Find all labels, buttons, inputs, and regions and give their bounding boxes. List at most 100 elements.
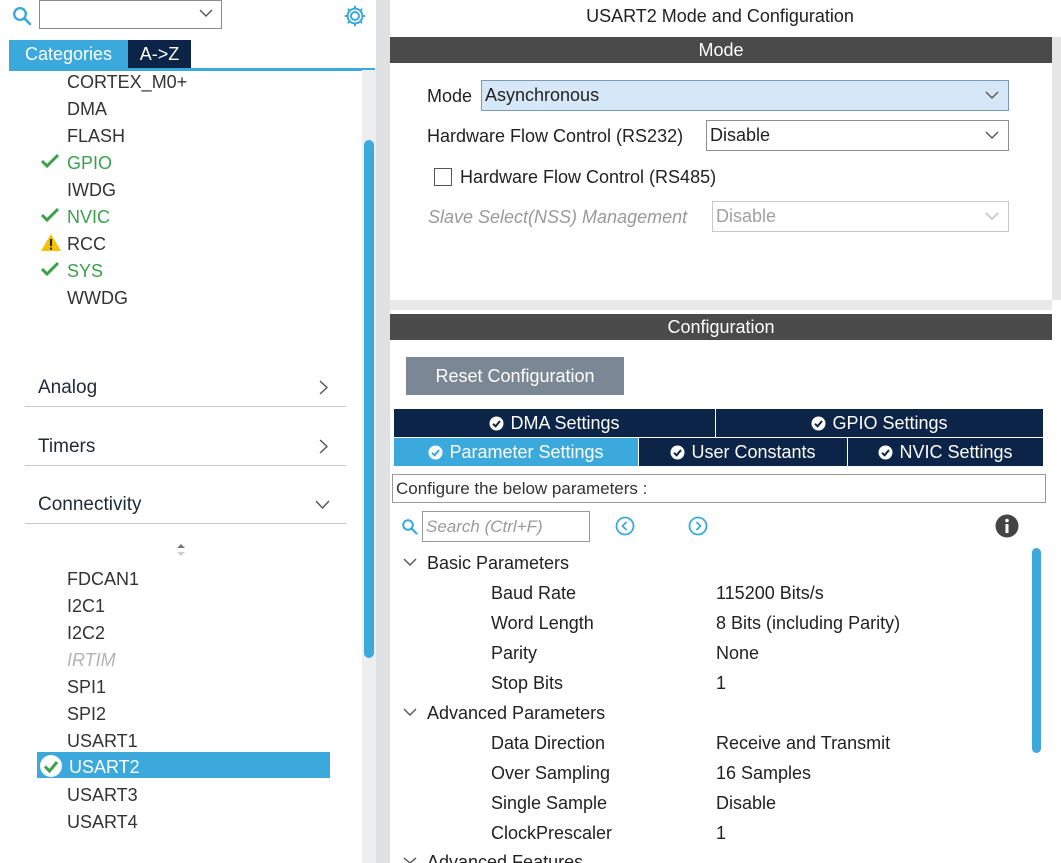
chevron-down-icon[interactable]: [403, 857, 417, 863]
param-name: Over Sampling: [491, 763, 611, 783]
tab-categories[interactable]: Categories: [9, 40, 128, 68]
hw-flow-rs232-select[interactable]: Disable: [706, 120, 1009, 151]
param-value[interactable]: Disable: [716, 793, 776, 814]
page-title: USART2 Mode and Configuration: [586, 6, 854, 26]
param-search-input[interactable]: Search (Ctrl+F): [422, 511, 590, 542]
hw-flow-rs232-label: Hardware Flow Control (RS232): [427, 126, 684, 146]
mode-select[interactable]: Asynchronous: [481, 80, 1009, 111]
param-value[interactable]: 1: [716, 823, 726, 844]
category-item-dma[interactable]: DMA: [67, 98, 107, 120]
category-item-gpio[interactable]: GPIO: [67, 152, 112, 174]
chevron-right-icon: [319, 439, 328, 454]
category-item-i2c1[interactable]: I2C1: [67, 595, 105, 617]
reset-configuration-button[interactable]: Reset Configuration: [406, 357, 624, 395]
tab-parameter-settings[interactable]: Parameter Settings: [394, 438, 639, 466]
param-scrollbar-thumb[interactable]: [1032, 548, 1041, 753]
chevron-down-icon[interactable]: [403, 708, 417, 717]
chevron-down-icon: [985, 91, 999, 100]
section-timers[interactable]: Timers: [25, 428, 346, 466]
section-connectivity-label: Connectivity: [38, 494, 142, 515]
check-icon: [878, 445, 893, 460]
category-item-usart2[interactable]: USART2: [69, 756, 140, 778]
param-value[interactable]: 115200 Bits/s: [716, 583, 824, 604]
category-item-iwdg[interactable]: IWDG: [67, 179, 116, 201]
param-value[interactable]: Receive and Transmit: [716, 733, 890, 754]
category-item-sys[interactable]: SYS: [67, 260, 103, 282]
hw-flow-rs485-label[interactable]: Hardware Flow Control (RS485): [460, 167, 716, 188]
gear-icon[interactable]: [343, 4, 367, 28]
section-splitter[interactable]: [390, 300, 1052, 310]
check-icon: [40, 207, 60, 223]
param-name: Single Sample: [491, 793, 608, 813]
param-name: Word Length: [491, 613, 594, 633]
tab-user-constants-label: User Constants: [691, 442, 816, 462]
category-item-cortex[interactable]: CORTEX_M0+: [67, 71, 187, 93]
chevron-down-icon[interactable]: [403, 558, 417, 567]
check-icon: [670, 445, 685, 460]
chevron-down-icon: [985, 212, 999, 221]
section-timers-label: Timers: [38, 436, 96, 457]
hw-flow-rs485-checkbox[interactable]: [434, 168, 452, 186]
prev-icon[interactable]: [615, 516, 635, 536]
param-search-placeholder: Search (Ctrl+F): [426, 517, 543, 536]
category-item-usart1[interactable]: USART1: [67, 730, 138, 752]
category-item-irtim[interactable]: IRTIM: [67, 649, 116, 671]
chevron-down-icon[interactable]: [199, 9, 213, 18]
tab-nvic-settings-label: NVIC Settings: [899, 442, 1013, 462]
group-advanced-parameters[interactable]: Advanced Parameters: [427, 703, 605, 724]
param-name: Baud Rate: [491, 583, 577, 603]
category-item-usart4[interactable]: USART4: [67, 811, 138, 833]
check-icon: [40, 261, 60, 277]
param-value[interactable]: None: [716, 643, 759, 664]
search-icon: [401, 518, 418, 535]
peripheral-search-input[interactable]: [39, 0, 222, 29]
panel-divider[interactable]: [376, 0, 390, 863]
tab-dma-settings[interactable]: DMA Settings: [394, 409, 716, 437]
chevron-down-icon: [315, 500, 330, 509]
tab-user-constants[interactable]: User Constants: [639, 438, 848, 466]
chevron-right-icon: [319, 380, 328, 395]
category-item-spi2[interactable]: SPI2: [67, 703, 106, 725]
tabs-underline: [9, 68, 375, 71]
group-basic-parameters[interactable]: Basic Parameters: [427, 553, 569, 574]
param-name: ClockPrescaler: [491, 823, 613, 843]
slave-select-select[interactable]: Disable: [712, 201, 1009, 232]
param-value[interactable]: 8 Bits (including Parity): [716, 613, 900, 634]
category-item-fdcan1[interactable]: FDCAN1: [67, 568, 139, 590]
mode-header: Mode: [390, 37, 1052, 63]
param-value[interactable]: 1: [716, 673, 726, 694]
info-icon[interactable]: [995, 514, 1019, 538]
param-name: Parity: [491, 643, 538, 663]
next-icon[interactable]: [688, 516, 708, 536]
section-analog[interactable]: Analog: [25, 369, 346, 407]
left-scrollbar-thumb[interactable]: [364, 140, 374, 658]
tab-nvic-settings[interactable]: NVIC Settings: [848, 438, 1043, 466]
slave-select-value: Disable: [716, 206, 777, 226]
chevron-down-icon: [985, 131, 999, 140]
group-advanced-features[interactable]: Advanced Features: [427, 852, 583, 863]
tab-dma-settings-label: DMA Settings: [510, 413, 620, 433]
tab-gpio-settings-label: GPIO Settings: [832, 413, 948, 433]
config-description: Configure the below parameters :: [392, 474, 1046, 503]
category-item-i2c2[interactable]: I2C2: [67, 622, 105, 644]
category-item-spi1[interactable]: SPI1: [67, 676, 106, 698]
category-item-wwdg[interactable]: WWDG: [67, 287, 128, 309]
warning-icon: [40, 233, 62, 252]
param-name: Stop Bits: [491, 673, 564, 693]
check-icon: [428, 445, 443, 460]
check-icon: [811, 416, 826, 431]
tab-a-to-z[interactable]: A->Z: [128, 40, 191, 68]
tab-gpio-settings[interactable]: GPIO Settings: [716, 409, 1043, 437]
category-item-nvic[interactable]: NVIC: [67, 206, 110, 228]
search-icon[interactable]: [12, 6, 32, 26]
check-icon: [39, 754, 63, 778]
param-name: Data Direction: [491, 733, 606, 753]
section-connectivity[interactable]: Connectivity: [25, 486, 346, 524]
param-value[interactable]: 16 Samples: [716, 763, 811, 784]
category-item-rcc[interactable]: RCC: [67, 233, 106, 255]
category-item-flash[interactable]: FLASH: [67, 125, 125, 147]
category-item-usart3[interactable]: USART3: [67, 784, 138, 806]
sort-icon[interactable]: [176, 543, 186, 557]
mode-scrollbar[interactable]: [1052, 37, 1061, 300]
mode-label: Mode: [427, 86, 473, 106]
